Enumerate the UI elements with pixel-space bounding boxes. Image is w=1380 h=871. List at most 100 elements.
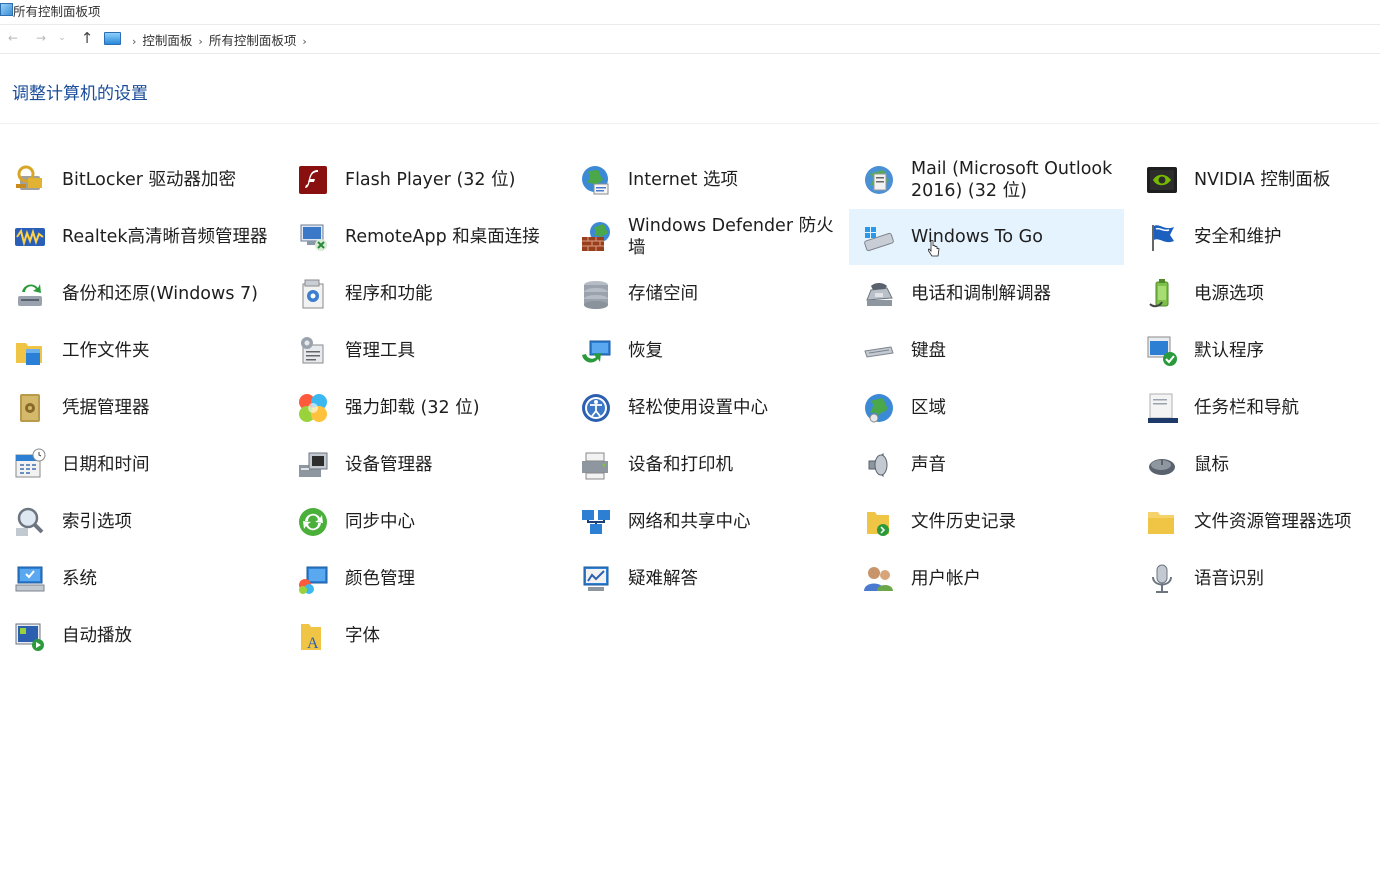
bitlocker-icon [12,162,48,198]
mouse-cursor-icon [928,240,940,258]
region-icon [861,390,897,426]
control-panel-item-taskbar[interactable]: 任务栏和导航 [1132,380,1380,436]
control-panel-item-region[interactable]: 区域 [849,380,1124,436]
control-panel-item-security-flag[interactable]: 安全和维护 [1132,209,1380,265]
taskbar-icon [1144,390,1180,426]
breadcrumb-control-panel[interactable]: 控制面板 [142,33,192,48]
control-panel-item-label: 鼠标 [1194,437,1380,493]
firewall-icon [578,219,614,255]
control-panel-item-label: 管理工具 [345,323,555,379]
control-panel-item-remoteapp[interactable]: RemoteApp 和桌面连接 [283,209,558,265]
control-panel-item-label: 安全和维护 [1194,209,1380,265]
control-panel-item-label: RemoteApp 和桌面连接 [345,209,555,265]
control-panel-item-label: 字体 [345,608,555,664]
control-panel-item-label: 疑难解答 [628,551,838,607]
control-panel-item-phone-modem[interactable]: 电话和调制解调器 [849,266,1124,322]
control-panel-item-label: 工作文件夹 [62,323,272,379]
control-panel-item-explorer-options[interactable]: 文件资源管理器选项 [1132,494,1380,550]
breadcrumb-separator[interactable]: › [198,35,202,48]
control-panel-item-bitlocker[interactable]: BitLocker 驱动器加密 [0,152,275,208]
date-time-icon [12,447,48,483]
control-panel-item-fonts[interactable]: A字体 [283,608,558,664]
control-panel-item-label: 文件资源管理器选项 [1194,494,1380,550]
flash-player-icon [295,162,331,198]
control-panel-item-uninstaller[interactable]: 强力卸载 (32 位) [283,380,558,436]
arrow-right-icon: → [36,31,46,45]
control-panel-item-default-programs[interactable]: 默认程序 [1132,323,1380,379]
mail-icon [861,162,897,198]
address-bar: ← → ⌄ ↑ › 控制面板 › 所有控制面板项 › [0,24,1380,54]
control-panel-item-mouse[interactable]: 鼠标 [1132,437,1380,493]
control-panel-item-keyboard[interactable]: 键盘 [849,323,1124,379]
devices-printers-icon [578,447,614,483]
forward-button[interactable]: → [32,29,50,47]
breadcrumb-all-items[interactable]: 所有控制面板项 [209,33,297,48]
control-panel-item-user-accounts[interactable]: 用户帐户 [849,551,1124,607]
control-panel-item-devices-printers[interactable]: 设备和打印机 [566,437,841,493]
breadcrumb: › 控制面板 › 所有控制面板项 › [126,30,313,49]
control-panel-item-label: 文件历史记录 [911,494,1121,550]
page-title: 调整计算机的设置 [12,79,148,104]
control-panel-item-work-folders[interactable]: 工作文件夹 [0,323,275,379]
recent-locations-button[interactable]: ⌄ [56,29,68,47]
control-panel-item-troubleshooting[interactable]: 疑难解答 [566,551,841,607]
control-panel-item-programs-features[interactable]: 程序和功能 [283,266,558,322]
control-panel-item-flash-player[interactable]: Flash Player (32 位) [283,152,558,208]
control-panel-item-label: 强力卸载 (32 位) [345,380,555,436]
phone-modem-icon [861,276,897,312]
control-panel-item-label: Windows Defender 防火墙 [628,209,838,265]
breadcrumb-separator[interactable]: › [132,35,136,48]
control-panel-item-label: 声音 [911,437,1121,493]
control-panel-item-windows-to-go[interactable]: Windows To Go [849,209,1124,265]
back-button[interactable]: ← [4,29,22,47]
control-panel-item-backup-restore[interactable]: 备份和还原(Windows 7) [0,266,275,322]
control-panel-item-autoplay[interactable]: 自动播放 [0,608,275,664]
control-panel-item-label: 备份和还原(Windows 7) [62,266,272,322]
control-panel-item-system[interactable]: 系统 [0,551,275,607]
sound-icon [861,447,897,483]
control-panel-item-realtek-audio[interactable]: Realtek高清晰音频管理器 [0,209,275,265]
control-panel-item-file-history[interactable]: 文件历史记录 [849,494,1124,550]
admin-tools-icon [295,333,331,369]
control-panel-item-label: Realtek高清晰音频管理器 [62,209,272,265]
breadcrumb-separator[interactable]: › [302,35,306,48]
up-button[interactable]: ↑ [78,29,96,47]
control-panel-item-color-management[interactable]: 颜色管理 [283,551,558,607]
control-panel-item-label: 凭据管理器 [62,380,272,436]
control-panel-item-date-time[interactable]: 日期和时间 [0,437,275,493]
control-panel-item-admin-tools[interactable]: 管理工具 [283,323,558,379]
indexing-options-icon [12,504,48,540]
control-panel-item-label: Windows To Go [911,209,1121,265]
control-panel-item-credential-manager[interactable]: 凭据管理器 [0,380,275,436]
control-panel-item-internet-options[interactable]: Internet 选项 [566,152,841,208]
control-panel-item-label: 自动播放 [62,608,272,664]
control-panel-item-recovery[interactable]: 恢复 [566,323,841,379]
control-panel-item-mail[interactable]: Mail (Microsoft Outlook 2016) (32 位) [849,152,1124,208]
control-panel-item-label: 任务栏和导航 [1194,380,1380,436]
control-panel-item-power-options[interactable]: 电源选项 [1132,266,1380,322]
recovery-icon [578,333,614,369]
control-panel-item-network-sharing[interactable]: 网络和共享中心 [566,494,841,550]
control-panel-item-label: Mail (Microsoft Outlook 2016) (32 位) [911,152,1121,208]
control-panel-item-storage-spaces[interactable]: 存储空间 [566,266,841,322]
control-panel-item-nvidia[interactable]: NVIDIA 控制面板 [1132,152,1380,208]
user-accounts-icon [861,561,897,597]
chevron-down-icon: ⌄ [58,33,66,43]
internet-options-icon [578,162,614,198]
realtek-audio-icon [12,219,48,255]
control-panel-item-label: NVIDIA 控制面板 [1194,152,1380,208]
window-title: 所有控制面板项 [13,1,101,20]
troubleshooting-icon [578,561,614,597]
control-panel-item-device-manager[interactable]: 设备管理器 [283,437,558,493]
control-panel-item-sound[interactable]: 声音 [849,437,1124,493]
power-options-icon [1144,276,1180,312]
control-panel-item-speech-recognition[interactable]: 语音识别 [1132,551,1380,607]
control-panel-item-label: Flash Player (32 位) [345,152,555,208]
control-panel-item-ease-of-access[interactable]: 轻松使用设置中心 [566,380,841,436]
control-panel-item-label: 默认程序 [1194,323,1380,379]
control-panel-item-sync-center[interactable]: 同步中心 [283,494,558,550]
control-panel-item-firewall[interactable]: Windows Defender 防火墙 [566,209,841,265]
mouse-icon [1144,447,1180,483]
control-panel-item-label: 系统 [62,551,272,607]
control-panel-item-indexing-options[interactable]: 索引选项 [0,494,275,550]
